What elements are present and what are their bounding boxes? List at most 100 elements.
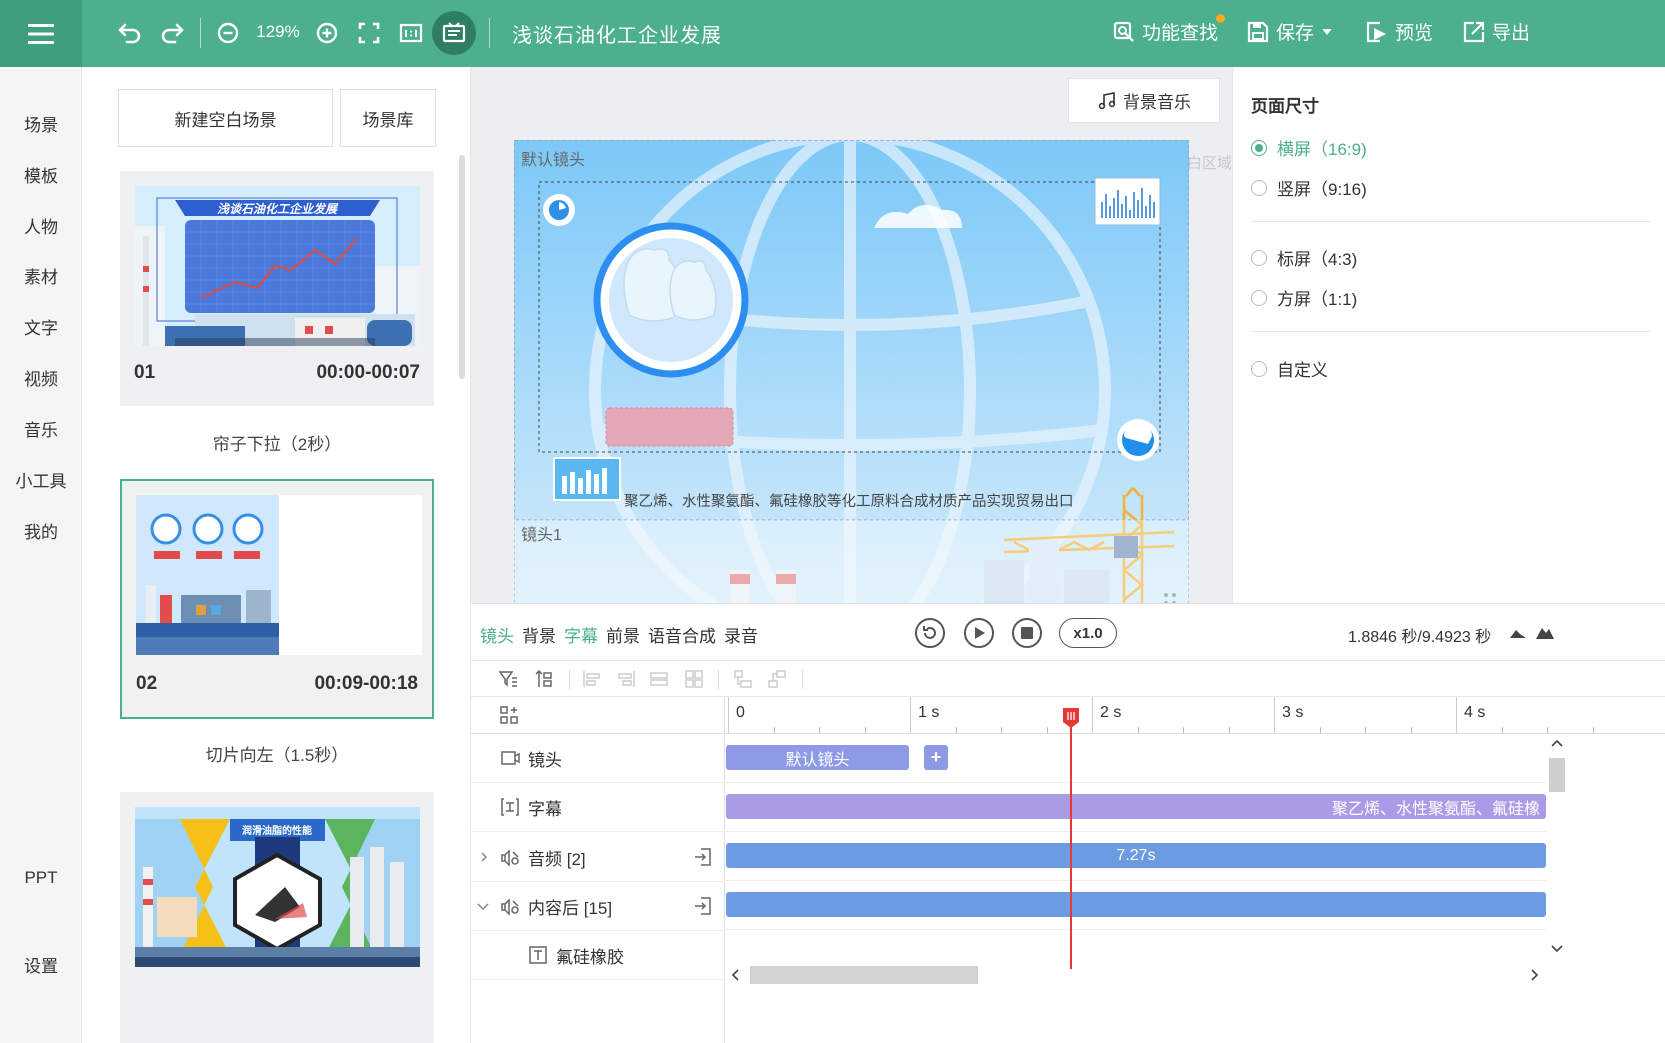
import-icon[interactable] (693, 847, 713, 867)
timeline-vertical-scrollbar[interactable] (1547, 734, 1567, 966)
background-music-button[interactable]: 背景音乐 (1068, 78, 1220, 123)
timeline-zoom-out-icon[interactable] (1508, 624, 1528, 640)
timeline-zoom-in-icon[interactable] (1535, 624, 1555, 640)
fullscreen-button[interactable] (351, 14, 387, 52)
ungroup-icon[interactable] (767, 669, 787, 689)
scroll-right-icon[interactable] (1530, 969, 1540, 981)
tab-subtitle[interactable]: 字幕 (564, 622, 598, 647)
camera-label-1[interactable]: 镜头1 (521, 521, 562, 545)
nav-item-text[interactable]: 文字 (0, 314, 82, 339)
replay-button[interactable] (915, 618, 945, 648)
actual-size-button[interactable] (393, 14, 429, 52)
ruler-minor-tick (1547, 727, 1548, 733)
track-audio[interactable]: 音频 [2] (471, 833, 725, 882)
blank-area-label: 白区域 (1187, 155, 1232, 172)
scene-library-button[interactable]: 场景库 (340, 89, 436, 147)
playhead-handle[interactable] (1061, 707, 1081, 729)
find-feature-button[interactable]: 功能查找 (1112, 18, 1218, 45)
scene-stage[interactable]: 默认镜头 镜头1 聚乙烯、水性聚氨酯、氟硅橡胶等化工原料合成材质产品实现贸易出口 (514, 140, 1189, 603)
camera-label-default[interactable]: 默认镜头 (521, 146, 585, 170)
distribute-horizontal-icon[interactable] (649, 669, 669, 689)
scene-card-02[interactable]: 02 00:09-00:18 (120, 479, 434, 719)
tab-foreground[interactable]: 前景 (606, 622, 640, 647)
track-item-fluorosilicone[interactable]: 氟硅橡胶 (471, 931, 725, 980)
subtitle-text[interactable]: 聚乙烯、水性聚氨酯、氟硅橡胶等化工原料合成材质产品实现贸易出口 (624, 490, 1074, 511)
page-size-option-custom[interactable]: 自定义 (1251, 356, 1328, 381)
tab-speech-synthesis[interactable]: 语音合成 (648, 622, 716, 647)
menu-button[interactable] (0, 0, 82, 67)
time-ruler[interactable]: 0 1 s 2 s 3 s 4 s (726, 697, 1665, 734)
track-label: 字幕 (528, 799, 562, 819)
nav-item-video[interactable]: 视频 (0, 365, 82, 390)
nav-item-character[interactable]: 人物 (0, 213, 82, 238)
export-button[interactable]: 导出 (1462, 18, 1530, 45)
zoom-in-button[interactable] (309, 14, 345, 52)
nav-item-settings[interactable]: 设置 (0, 952, 82, 977)
scroll-up-icon[interactable] (1551, 738, 1563, 748)
preview-button[interactable]: 预览 (1365, 18, 1433, 45)
vertical-scroll-thumb[interactable] (1549, 758, 1565, 792)
timeline-horizontal-scrollbar[interactable] (726, 964, 1665, 984)
layer-order-icon[interactable] (533, 669, 553, 689)
nav-item-scene[interactable]: 场景 (0, 111, 82, 136)
nav-item-material[interactable]: 素材 (0, 263, 82, 288)
play-button[interactable] (964, 618, 994, 648)
distribute-vertical-icon[interactable] (684, 669, 704, 689)
ruler-label: 3 s (1282, 704, 1304, 721)
horizontal-scroll-thumb[interactable] (750, 966, 978, 984)
scene-transition[interactable]: 帘子下拉（2秒） (120, 430, 434, 455)
camera-clip[interactable]: 默认镜头 (726, 745, 909, 770)
subtitle-clip[interactable]: 聚乙烯、水性聚氨酯、氟硅橡 (726, 794, 1546, 819)
scene-card-01[interactable]: 浅谈石油化工企业发展 01 00:00-00:07 (120, 171, 434, 406)
scroll-left-icon[interactable] (730, 969, 740, 981)
stop-button[interactable] (1012, 618, 1042, 648)
track-content-after[interactable]: 内容后 [15] (471, 882, 725, 931)
page-size-option-landscape[interactable]: 横屏（16:9) (1251, 135, 1367, 160)
page-size-option-square[interactable]: 方屏（1:1) (1251, 285, 1357, 310)
nav-item-tools[interactable]: 小工具 (0, 467, 82, 492)
align-left-icon[interactable] (582, 669, 602, 689)
tab-camera[interactable]: 镜头 (480, 622, 514, 647)
nav-item-mine[interactable]: 我的 (0, 518, 82, 543)
save-button[interactable]: 保存 (1246, 18, 1334, 45)
new-blank-scene-button[interactable]: 新建空白场景 (118, 89, 333, 147)
add-camera-button[interactable]: + (924, 745, 948, 770)
playback-speed-button[interactable]: x1.0 (1059, 618, 1117, 648)
music-note-icon (1098, 91, 1116, 109)
scene-card-03[interactable]: 润滑油脂的性能 (120, 792, 434, 1043)
scroll-down-icon[interactable] (1551, 944, 1563, 954)
scene-transition[interactable]: 切片向左（1.5秒） (120, 741, 434, 766)
nav-item-music[interactable]: 音乐 (0, 416, 82, 441)
subtitle-icon (442, 22, 466, 43)
filter-icon[interactable] (498, 669, 518, 689)
align-right-icon[interactable] (616, 669, 636, 689)
grid-layout-icon[interactable] (499, 705, 519, 725)
tab-recording[interactable]: 录音 (724, 622, 758, 647)
left-navigation: 场景 模板 人物 素材 文字 视频 音乐 小工具 我的 PPT 设置 (0, 67, 82, 1043)
scene-01-artwork: 浅谈石油化工企业发展 (135, 186, 420, 346)
zoom-out-button[interactable] (210, 14, 246, 52)
subtitle-editor-button[interactable] (432, 11, 476, 55)
scene-panel-scrollbar[interactable] (459, 155, 465, 379)
redo-button[interactable] (154, 14, 190, 52)
preview-label: 预览 (1395, 23, 1434, 44)
audio-clip[interactable]: 7.27s (726, 843, 1546, 868)
group-icon[interactable] (733, 669, 753, 689)
undo-button[interactable] (112, 14, 148, 52)
track-camera[interactable]: 镜头 (471, 734, 725, 783)
track-subtitle[interactable]: 字幕 (471, 783, 725, 832)
nav-item-ppt[interactable]: PPT (0, 868, 82, 888)
nav-item-template[interactable]: 模板 (0, 162, 82, 187)
chevron-right-icon[interactable] (478, 851, 490, 863)
ruler-minor-tick (819, 727, 820, 733)
ruler-minor-tick (955, 727, 957, 733)
import-icon[interactable] (693, 896, 713, 916)
canvas-area: 背景音乐 默认镜头 镜头1 聚乙烯、水性聚氨酯、氟硅橡胶等化工原料合成材质产品实… (471, 67, 1232, 603)
chevron-down-icon[interactable] (476, 899, 490, 913)
content-clip[interactable] (726, 892, 1546, 917)
timeline-tabs: 镜头 背景 字幕 前景 语音合成 录音 (480, 622, 766, 647)
document-title[interactable]: 浅谈石油化工企业发展 (512, 19, 722, 48)
page-size-option-portrait[interactable]: 竖屏（9:16) (1251, 175, 1367, 200)
tab-background[interactable]: 背景 (522, 622, 556, 647)
page-size-option-standard[interactable]: 标屏（4:3) (1251, 245, 1357, 270)
